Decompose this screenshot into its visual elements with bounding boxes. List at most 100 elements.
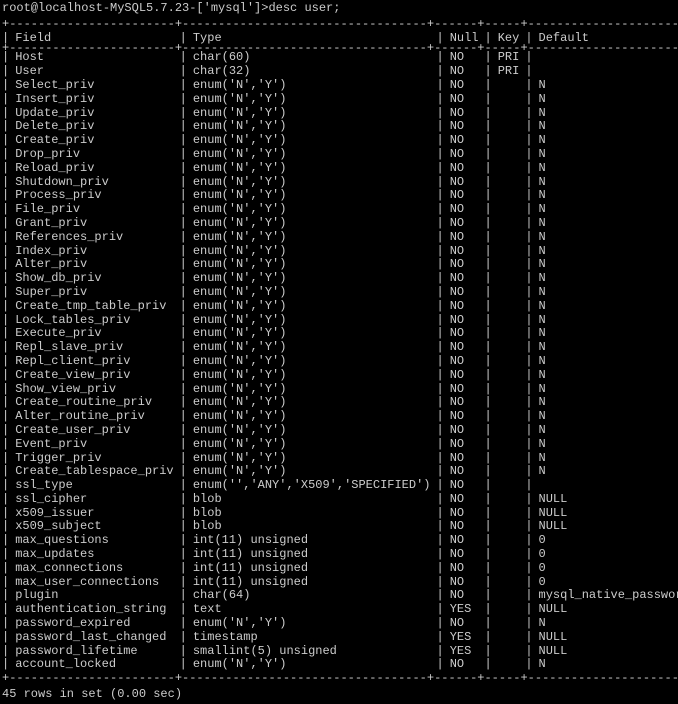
cell-field: Process_priv xyxy=(9,189,179,203)
cell-field: authentication_string xyxy=(9,603,179,617)
cell-type: enum('N','Y') xyxy=(187,617,437,631)
cell-default: mysql_native_password xyxy=(533,589,678,603)
table-row: |Index_priv|enum('N','Y')|NO||N|| xyxy=(2,245,678,259)
table-row: |User|char(32)|NO|PRI||| xyxy=(2,65,678,79)
cell-null: NO xyxy=(444,134,485,148)
table-row: |Insert_priv|enum('N','Y')|NO||N|| xyxy=(2,93,678,107)
cell-field: Delete_priv xyxy=(9,120,179,134)
cell-type: enum('N','Y') xyxy=(187,231,437,245)
table-row: |Reload_priv|enum('N','Y')|NO||N|| xyxy=(2,162,678,176)
cell-type: enum('N','Y') xyxy=(187,162,437,176)
cell-null: NO xyxy=(444,79,485,93)
cell-field: ssl_type xyxy=(9,479,179,493)
cell-key xyxy=(492,548,526,562)
cell-default: N xyxy=(533,658,678,672)
cell-key xyxy=(492,327,526,341)
cell-key xyxy=(492,534,526,548)
cell-type: enum('N','Y') xyxy=(187,189,437,203)
cell-null: NO xyxy=(444,534,485,548)
cell-type: int(11) unsigned xyxy=(187,576,437,590)
table-row: |Repl_client_priv|enum('N','Y')|NO||N|| xyxy=(2,355,678,369)
cell-default: 0 xyxy=(533,562,678,576)
cell-default: N xyxy=(533,79,678,93)
cell-key xyxy=(492,617,526,631)
table-row: |x509_subject|blob|NO||NULL|| xyxy=(2,520,678,534)
cell-key xyxy=(492,465,526,479)
table-row: |password_expired|enum('N','Y')|NO||N|| xyxy=(2,617,678,631)
table-row: |account_locked|enum('N','Y')|NO||N|| xyxy=(2,658,678,672)
cell-key xyxy=(492,176,526,190)
cell-default: N xyxy=(533,341,678,355)
cell-type: blob xyxy=(187,520,437,534)
cell-field: Show_view_priv xyxy=(9,383,179,397)
cell-null: NO xyxy=(444,341,485,355)
cell-type: enum('N','Y') xyxy=(187,286,437,300)
cell-type: enum('N','Y') xyxy=(187,658,437,672)
cell-field: Shutdown_priv xyxy=(9,176,179,190)
cell-default: N xyxy=(533,107,678,121)
cell-default: N xyxy=(533,148,678,162)
cell-field: Trigger_priv xyxy=(9,452,179,466)
cell-default xyxy=(533,65,678,79)
cell-null: NO xyxy=(444,507,485,521)
table-row: |x509_issuer|blob|NO||NULL|| xyxy=(2,507,678,521)
cell-type: enum('N','Y') xyxy=(187,258,437,272)
cell-key xyxy=(492,79,526,93)
cell-type: enum('N','Y') xyxy=(187,355,437,369)
cell-null: NO xyxy=(444,658,485,672)
cell-key xyxy=(492,120,526,134)
cell-field: Alter_routine_priv xyxy=(9,410,179,424)
cell-key xyxy=(492,658,526,672)
table-row: |Create_priv|enum('N','Y')|NO||N|| xyxy=(2,134,678,148)
cell-key xyxy=(492,107,526,121)
cell-null: NO xyxy=(444,327,485,341)
cell-default: N xyxy=(533,245,678,259)
cell-type: enum('N','Y') xyxy=(187,314,437,328)
cell-null: NO xyxy=(444,65,485,79)
cell-default xyxy=(533,479,678,493)
cell-type: int(11) unsigned xyxy=(187,548,437,562)
cell-default: N xyxy=(533,438,678,452)
cell-field: max_updates xyxy=(9,548,179,562)
cell-default: 0 xyxy=(533,576,678,590)
cell-field: Repl_slave_priv xyxy=(9,341,179,355)
cell-null: NO xyxy=(444,258,485,272)
table-row: |ssl_type|enum('','ANY','X509','SPECIFIE… xyxy=(2,479,678,493)
cell-field: ssl_cipher xyxy=(9,493,179,507)
cell-default: N xyxy=(533,369,678,383)
cell-null: NO xyxy=(444,548,485,562)
cell-type: enum('N','Y') xyxy=(187,410,437,424)
cell-type: enum('N','Y') xyxy=(187,120,437,134)
cell-default: N xyxy=(533,424,678,438)
cell-field: Create_view_priv xyxy=(9,369,179,383)
cell-field: Create_user_priv xyxy=(9,424,179,438)
cell-default: N xyxy=(533,176,678,190)
cell-key xyxy=(492,355,526,369)
cell-default: NULL xyxy=(533,493,678,507)
table-row: |max_connections|int(11) unsigned|NO||0|… xyxy=(2,562,678,576)
cell-key xyxy=(492,452,526,466)
cell-null: NO xyxy=(444,465,485,479)
cell-type: enum('N','Y') xyxy=(187,217,437,231)
cell-default: N xyxy=(533,272,678,286)
cell-type: timestamp xyxy=(187,631,437,645)
command-prompt[interactable]: root@localhost-MySQL5.7.23-['mysql']>des… xyxy=(2,2,676,16)
cell-key xyxy=(492,162,526,176)
cell-default: NULL xyxy=(533,603,678,617)
cell-type: enum('N','Y') xyxy=(187,203,437,217)
cell-key xyxy=(492,189,526,203)
table-row: |max_questions|int(11) unsigned|NO||0|| xyxy=(2,534,678,548)
cell-key xyxy=(492,603,526,617)
border-top: +-----------------------+---------------… xyxy=(2,18,676,32)
cell-type: blob xyxy=(187,493,437,507)
cell-field: password_last_changed xyxy=(9,631,179,645)
cell-key xyxy=(492,217,526,231)
cell-key xyxy=(492,203,526,217)
cell-key xyxy=(492,134,526,148)
cell-default: N xyxy=(533,231,678,245)
cell-null: NO xyxy=(444,369,485,383)
cell-key xyxy=(492,396,526,410)
cell-key xyxy=(492,245,526,259)
cell-type: enum('N','Y') xyxy=(187,148,437,162)
cell-type: int(11) unsigned xyxy=(187,562,437,576)
